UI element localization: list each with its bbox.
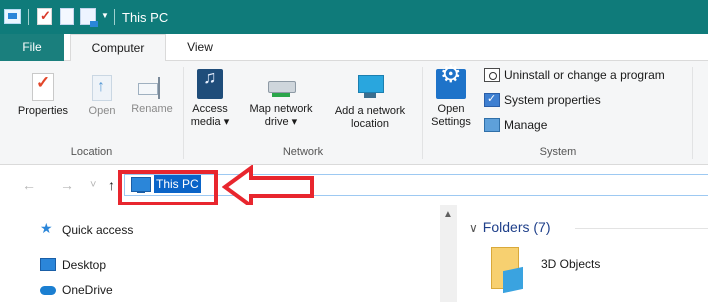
manage-icon bbox=[484, 118, 500, 132]
tab-computer[interactable]: Computer bbox=[70, 34, 166, 62]
nav-item-quick-access[interactable]: ★ Quick access bbox=[40, 220, 160, 239]
recent-locations-chevron-icon[interactable]: ˅ bbox=[90, 179, 96, 191]
star-icon: ★ bbox=[40, 220, 53, 236]
properties-button[interactable]: Properties bbox=[10, 65, 76, 118]
folder-item-label[interactable]: 3D Objects bbox=[541, 257, 600, 271]
access-media-button[interactable]: Access media ▾ bbox=[186, 65, 234, 129]
navigation-pane: ★ Quick access Desktop OneDrive bbox=[0, 205, 440, 302]
tab-view[interactable]: View bbox=[170, 34, 230, 61]
3d-objects-folder-icon[interactable] bbox=[491, 247, 523, 295]
title-separator bbox=[114, 9, 115, 25]
nav-pane-scrollbar[interactable]: ▲ bbox=[440, 205, 457, 302]
group-label-location: Location bbox=[70, 146, 113, 158]
title-bar: ▼ This PC bbox=[0, 0, 708, 34]
ribbon-tabs: File Computer View bbox=[0, 34, 708, 62]
nav-item-onedrive[interactable]: OneDrive bbox=[40, 281, 140, 299]
red-highlight-box bbox=[118, 170, 218, 206]
map-network-drive-icon bbox=[264, 81, 298, 99]
tab-file[interactable]: File bbox=[0, 34, 64, 61]
window-title: This PC bbox=[122, 10, 169, 25]
open-settings-button[interactable]: Open Settings bbox=[424, 65, 478, 129]
quick-access-rename-icon[interactable] bbox=[80, 8, 98, 27]
folders-group-header[interactable]: ∨ Folders (7) bbox=[469, 219, 550, 235]
customize-toolbar-chevron-icon[interactable]: ▼ bbox=[101, 11, 109, 20]
settings-gear-icon bbox=[436, 68, 466, 99]
quick-access-new-folder-icon[interactable] bbox=[60, 8, 74, 25]
manage-button[interactable]: Manage bbox=[484, 117, 574, 133]
group-divider bbox=[575, 228, 708, 229]
add-network-location-button[interactable]: Add a network location bbox=[326, 65, 414, 131]
open-icon bbox=[92, 75, 112, 101]
access-media-icon bbox=[197, 69, 223, 99]
map-network-drive-button[interactable]: Map network drive ▾ bbox=[238, 65, 324, 129]
scroll-up-arrow-icon[interactable]: ▲ bbox=[443, 209, 453, 220]
content-pane: ∨ Folders (7) 3D Objects bbox=[457, 205, 708, 302]
group-separator bbox=[422, 67, 423, 159]
folders-group-label: Folders (7) bbox=[482, 219, 551, 235]
nav-item-desktop[interactable]: Desktop bbox=[40, 256, 140, 274]
ribbon: Properties Open Rename Location Access m… bbox=[0, 61, 708, 165]
system-properties-icon bbox=[484, 92, 500, 107]
system-properties-button[interactable]: System properties bbox=[484, 92, 624, 108]
collapse-chevron-icon: ∨ bbox=[469, 221, 478, 235]
up-arrow-icon[interactable]: ↑ bbox=[108, 177, 115, 193]
forward-arrow-icon[interactable]: → bbox=[60, 177, 74, 193]
red-annotation-arrow-icon bbox=[222, 165, 314, 209]
group-separator bbox=[692, 67, 693, 159]
rename-icon bbox=[138, 77, 166, 99]
rename-button[interactable]: Rename bbox=[124, 65, 180, 116]
desktop-icon bbox=[40, 258, 56, 271]
address-bar-row: ← → ˅ ↑ This PC bbox=[0, 165, 708, 209]
group-label-network: Network bbox=[282, 146, 324, 158]
this-pc-app-icon[interactable] bbox=[4, 9, 21, 24]
network-location-icon bbox=[356, 73, 384, 101]
cloud-icon bbox=[40, 286, 56, 295]
uninstall-icon bbox=[484, 68, 500, 82]
group-label-system: System bbox=[539, 146, 577, 158]
open-button[interactable]: Open bbox=[80, 65, 124, 118]
back-arrow-icon[interactable]: ← bbox=[22, 177, 36, 193]
title-separator bbox=[28, 9, 29, 25]
quick-access-properties-icon[interactable] bbox=[37, 8, 52, 25]
uninstall-program-button[interactable]: Uninstall or change a program bbox=[484, 67, 694, 83]
properties-icon bbox=[32, 73, 54, 101]
